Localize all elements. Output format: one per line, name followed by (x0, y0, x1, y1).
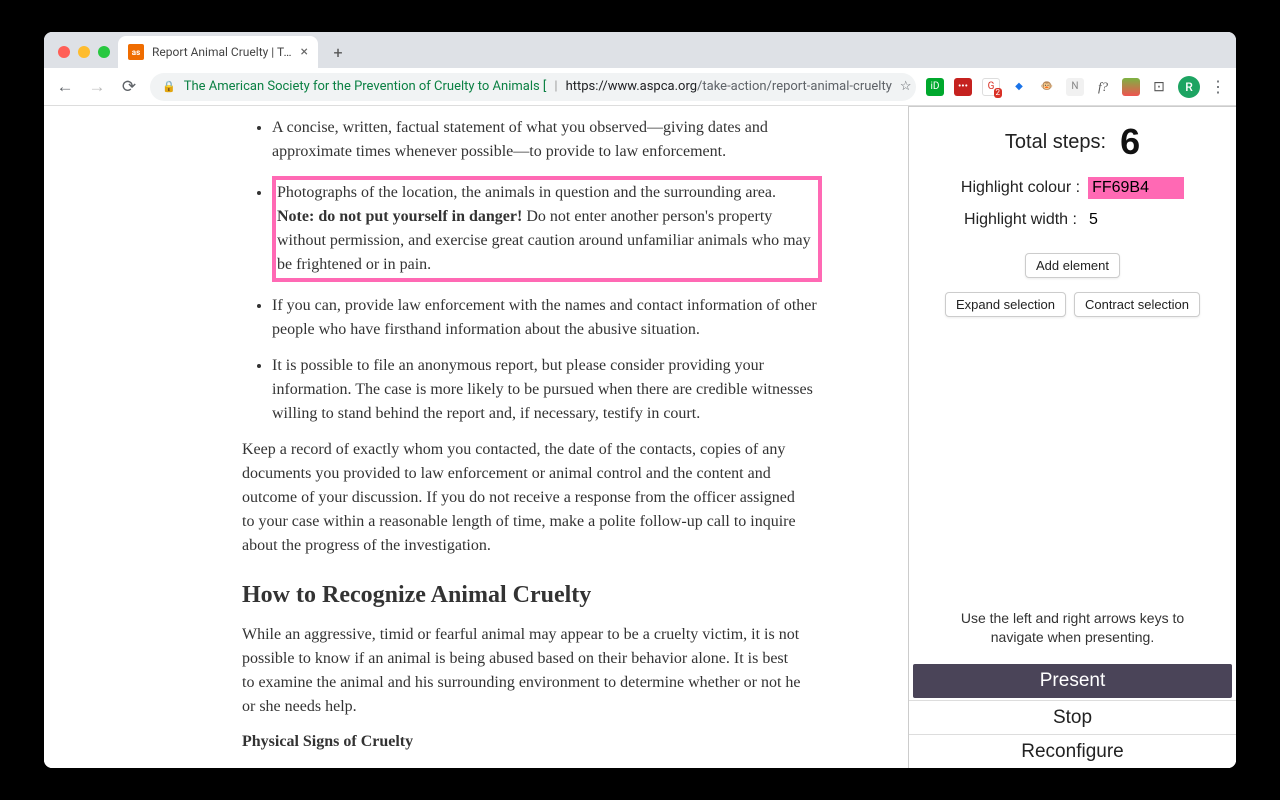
tab-bar: as Report Animal Cruelty | Take A × + (44, 32, 1236, 68)
tab-title: Report Animal Cruelty | Take A (152, 45, 293, 59)
extension-icon[interactable]: 🐵 (1038, 78, 1056, 96)
site-org: The American Society for the Prevention … (184, 79, 547, 94)
panel-actions: Present Stop Reconfigure (909, 662, 1236, 768)
forward-button[interactable]: → (86, 76, 108, 98)
extension-icons: iD ••• G2 ◆ 🐵 N f? ⊡ (926, 78, 1168, 96)
steps-display: Total steps: 6 (925, 121, 1220, 163)
extension-icon[interactable]: f? (1094, 78, 1112, 96)
contract-selection-button[interactable]: Contract selection (1074, 292, 1200, 317)
browser-window: as Report Animal Cruelty | Take A × + ← … (44, 32, 1236, 768)
address-separator: | (554, 79, 557, 94)
highlight-width-input[interactable] (1085, 209, 1181, 231)
highlight-color-input[interactable] (1088, 177, 1184, 199)
list-item-highlighted[interactable]: Photographs of the location, the animals… (272, 176, 822, 282)
highlight-color-label: Highlight colour : (961, 179, 1080, 197)
extension-panel: Total steps: 6 Highlight colour : Highli… (908, 106, 1236, 768)
extension-icon[interactable]: iD (926, 78, 944, 96)
toolbar: ← → ⟳ 🔒 The American Society for the Pre… (44, 68, 1236, 106)
close-tab-button[interactable]: × (301, 44, 308, 60)
steps-count: 6 (1120, 121, 1140, 163)
browser-menu-button[interactable]: ⋮ (1210, 77, 1226, 96)
paragraph: Keep a record of exactly whom you contac… (242, 438, 802, 558)
panel-config: Total steps: 6 Highlight colour : Highli… (909, 107, 1236, 331)
browser-tab[interactable]: as Report Animal Cruelty | Take A × (118, 36, 318, 68)
reload-button[interactable]: ⟳ (118, 76, 140, 98)
extension-icon[interactable]: ◆ (1010, 78, 1028, 96)
extension-icon[interactable]: ••• (954, 78, 972, 96)
highlight-width-label: Highlight width : (964, 211, 1077, 229)
paragraph: While an aggressive, timid or fearful an… (242, 623, 802, 719)
expand-selection-button[interactable]: Expand selection (945, 292, 1066, 317)
bookmark-star-icon[interactable]: ☆ (900, 79, 912, 94)
content-area: A concise, written, factual statement of… (44, 106, 1236, 768)
extension-icon[interactable]: N (1066, 78, 1084, 96)
favicon-icon: as (128, 44, 144, 60)
extension-icon[interactable]: ⊡ (1150, 78, 1168, 96)
list-item: It is possible to file an anonymous repo… (272, 354, 822, 426)
extension-icon[interactable]: G2 (982, 78, 1000, 96)
lock-icon: 🔒 (162, 80, 176, 93)
add-element-button[interactable]: Add element (1025, 253, 1120, 278)
extension-icon[interactable] (1122, 78, 1140, 96)
list-item: If you can, provide law enforcement with… (272, 294, 822, 342)
present-button[interactable]: Present (913, 664, 1232, 698)
window-controls (54, 46, 118, 68)
steps-label: Total steps: (1005, 131, 1106, 154)
stop-button[interactable]: Stop (909, 700, 1236, 734)
profile-avatar[interactable]: R (1178, 76, 1200, 98)
panel-hint: Use the left and right arrows keys to na… (909, 609, 1236, 662)
maximize-window-button[interactable] (98, 46, 110, 58)
new-tab-button[interactable]: + (324, 38, 352, 66)
back-button[interactable]: ← (54, 76, 76, 98)
reconfigure-button[interactable]: Reconfigure (909, 734, 1236, 768)
panel-spacer (909, 331, 1236, 609)
url-text: https://www.aspca.org/take-action/report… (566, 79, 892, 94)
close-window-button[interactable] (58, 46, 70, 58)
address-bar[interactable]: 🔒 The American Society for the Preventio… (150, 73, 916, 101)
list-item: A concise, written, factual statement of… (272, 116, 822, 164)
minimize-window-button[interactable] (78, 46, 90, 58)
